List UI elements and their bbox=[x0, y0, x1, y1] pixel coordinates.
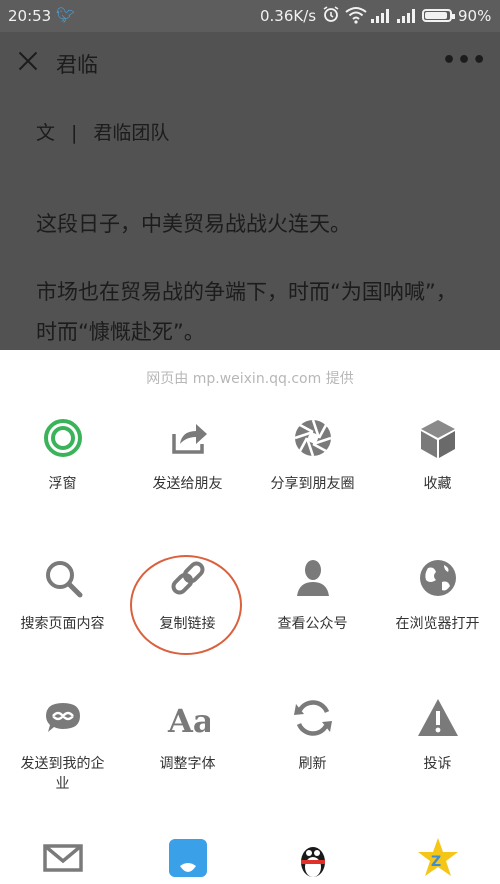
option-label: 发送到我的企业 bbox=[20, 756, 105, 792]
author-name: 君临团队 bbox=[93, 122, 170, 144]
signal-1-icon bbox=[371, 9, 389, 23]
option-label: 在浏览器打开 bbox=[395, 616, 480, 632]
favorite-cube-icon bbox=[420, 420, 455, 458]
status-bar: 20:53 🐦︎ 0.36K/s 90% bbox=[0, 0, 500, 32]
moments-aperture-icon bbox=[294, 419, 331, 457]
wifi-icon bbox=[345, 7, 367, 24]
close-button[interactable] bbox=[14, 46, 44, 76]
person-icon bbox=[296, 560, 329, 596]
floating-window-icon bbox=[43, 419, 82, 457]
float-window-option[interactable]: 浮窗 bbox=[0, 416, 125, 494]
qq-penguin-icon bbox=[300, 847, 325, 877]
share-sheet: 网页由 mp.weixin.qq.com 提供 浮窗 发送给朋友 分享到朋友圈 … bbox=[0, 350, 500, 884]
adjust-font-option[interactable]: Aa 调整字体 bbox=[125, 696, 250, 774]
mail-icon bbox=[42, 844, 83, 872]
signal-2-icon bbox=[397, 9, 415, 23]
qzone-option[interactable]: Z bbox=[375, 836, 500, 880]
search-page-option[interactable]: 搜索页面内容 bbox=[0, 556, 125, 634]
author-prefix: 文 bbox=[36, 122, 56, 144]
battery-icon bbox=[422, 9, 455, 22]
article-paragraph: 这段日子，中美贸易战战火连天。 bbox=[36, 212, 351, 236]
favorite-option[interactable]: 收藏 bbox=[375, 416, 500, 494]
refresh-option[interactable]: 刷新 bbox=[250, 696, 375, 774]
option-label: 投诉 bbox=[423, 756, 452, 772]
option-label: 刷新 bbox=[298, 756, 327, 772]
battery-percent: 90% bbox=[458, 7, 492, 25]
warning-icon bbox=[417, 699, 458, 736]
option-label: 收藏 bbox=[423, 476, 452, 492]
view-official-account-option[interactable]: 查看公众号 bbox=[250, 556, 375, 634]
qq-option[interactable] bbox=[250, 836, 375, 880]
article-topbar: 君临 ••• bbox=[0, 32, 500, 94]
globe-icon bbox=[419, 560, 456, 596]
open-in-browser-option[interactable]: 在浏览器打开 bbox=[375, 556, 500, 634]
font-icon: Aa bbox=[167, 702, 210, 740]
option-label: 查看公众号 bbox=[277, 616, 348, 632]
share-arrow-icon bbox=[171, 424, 207, 454]
send-to-enterprise-option[interactable]: 发送到我的企业 bbox=[0, 696, 125, 794]
svg-text:Z: Z bbox=[431, 854, 441, 870]
svg-text:Aa: Aa bbox=[167, 702, 210, 740]
battery-fill bbox=[425, 12, 447, 19]
qzone-star-icon: Z bbox=[417, 838, 458, 876]
enterprise-icon bbox=[45, 703, 80, 732]
option-label: 调整字体 bbox=[159, 756, 216, 772]
author-line: 文 | 君临团队 bbox=[36, 118, 169, 145]
notification-bird-icon: 🐦︎ bbox=[56, 6, 76, 24]
notebook-icon bbox=[168, 839, 207, 877]
option-label: 搜索页面内容 bbox=[20, 616, 105, 632]
status-time: 20:53 bbox=[8, 7, 52, 25]
page-title: 君临 bbox=[56, 53, 98, 77]
copy-link-highlight-circle bbox=[130, 555, 242, 655]
report-option[interactable]: 投诉 bbox=[375, 696, 500, 774]
article-paragraph: 市场也在贸易战的争端下，时而“为国呐喊”，时而“慷慨赴死”。 bbox=[36, 280, 457, 344]
refresh-icon bbox=[293, 700, 332, 736]
send-to-friend-option[interactable]: 发送给朋友 bbox=[125, 416, 250, 494]
option-label: 发送给朋友 bbox=[152, 476, 223, 492]
option-label: 分享到朋友圈 bbox=[270, 476, 355, 492]
option-label: 浮窗 bbox=[48, 476, 77, 492]
share-moments-option[interactable]: 分享到朋友圈 bbox=[250, 416, 375, 494]
provider-text: 网页由 mp.weixin.qq.com 提供 bbox=[146, 371, 354, 387]
notebook-option[interactable] bbox=[125, 836, 250, 880]
author-separator: | bbox=[71, 122, 78, 144]
search-icon bbox=[45, 561, 82, 598]
mail-option[interactable] bbox=[0, 836, 125, 880]
article-background: 君临 ••• 文 | 君临团队 这段日子，中美贸易战战火连天。 市场也在贸易战的争端… bbox=[0, 32, 500, 350]
status-net-speed: 0.36K/s bbox=[260, 7, 317, 25]
more-button[interactable]: ••• bbox=[442, 48, 487, 73]
alarm-icon bbox=[323, 6, 339, 22]
